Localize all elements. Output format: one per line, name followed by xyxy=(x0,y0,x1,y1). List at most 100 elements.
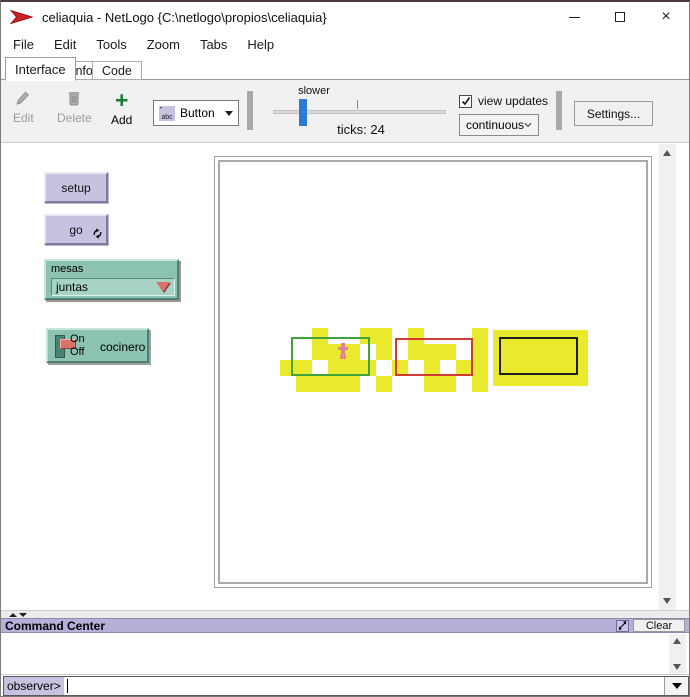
widget-type-value: Button xyxy=(180,106,225,120)
dropdown-triangle-icon xyxy=(156,282,170,292)
observer-prompt: observer> xyxy=(4,677,64,695)
mesa-outline xyxy=(395,338,473,376)
tab-bar: Interface Info Code xyxy=(1,56,689,80)
splitter-down-icon[interactable] xyxy=(19,613,27,617)
maximize-button[interactable] xyxy=(597,2,643,32)
yellow-patch xyxy=(296,376,312,392)
view-frame xyxy=(214,156,652,588)
edit-label: Edit xyxy=(13,111,34,125)
yellow-patch xyxy=(440,376,456,392)
mesas-chooser[interactable]: mesas juntas xyxy=(44,259,179,300)
checkmark-icon xyxy=(461,96,471,106)
scroll-up-arrow-icon[interactable] xyxy=(663,150,671,156)
switch-name: cocinero xyxy=(100,340,145,354)
update-mode-value: continuous xyxy=(466,118,524,132)
menu-edit[interactable]: Edit xyxy=(44,34,86,55)
chooser-value: juntas xyxy=(56,280,88,294)
chevron-down-icon xyxy=(225,111,233,116)
view-updates-label: view updates xyxy=(478,94,548,108)
go-button[interactable]: go xyxy=(44,214,108,245)
yellow-patch xyxy=(472,360,488,376)
chooser-label: mesas xyxy=(51,263,177,275)
minimize-button[interactable] xyxy=(551,2,597,32)
yellow-patch xyxy=(344,376,360,392)
close-button[interactable]: × xyxy=(643,2,689,32)
add-widget-button[interactable]: + Add xyxy=(111,90,132,127)
tab-code[interactable]: Code xyxy=(92,61,142,80)
tab-interface[interactable]: Interface xyxy=(5,57,76,81)
command-center-expand-button[interactable] xyxy=(616,620,629,632)
forever-icon xyxy=(92,228,103,239)
scroll-down-arrow-icon[interactable] xyxy=(663,598,671,604)
chevron-down-icon xyxy=(524,122,532,128)
widget-type-selector[interactable]: •abc Button xyxy=(153,100,239,126)
settings-button[interactable]: Settings... xyxy=(574,101,653,126)
mesa-outline xyxy=(291,337,370,376)
setup-button[interactable]: setup xyxy=(44,172,108,203)
menu-help[interactable]: Help xyxy=(237,34,284,55)
yellow-patch xyxy=(424,376,440,392)
command-input-row: observer> xyxy=(3,676,689,696)
yellow-patch xyxy=(472,376,488,392)
netlogo-logo-icon xyxy=(10,8,34,26)
yellow-patch xyxy=(376,328,392,344)
delete-label: Delete xyxy=(57,111,92,125)
pencil-icon xyxy=(15,90,31,108)
close-icon: × xyxy=(661,9,670,25)
menu-file[interactable]: File xyxy=(3,34,44,55)
cocinero-switch[interactable]: On Off cocinero xyxy=(46,328,149,363)
edit-widget-button[interactable]: Edit xyxy=(13,90,34,125)
yellow-patch xyxy=(312,376,328,392)
ticks-counter: ticks: 24 xyxy=(306,122,416,137)
yellow-patch xyxy=(472,344,488,360)
menu-tabs[interactable]: Tabs xyxy=(190,34,237,55)
dropdown-arrow-icon xyxy=(672,683,682,689)
switch-on-label: On xyxy=(70,333,85,346)
splitter-up-icon[interactable] xyxy=(9,613,17,617)
window-title: celiaquia - NetLogo {C:\netlogo\propios\… xyxy=(42,10,327,25)
speed-label: slower xyxy=(284,85,344,97)
scroll-down-arrow-icon[interactable] xyxy=(673,664,681,670)
diagonal-arrows-icon xyxy=(618,621,627,630)
minimize-icon xyxy=(569,17,580,18)
menu-zoom[interactable]: Zoom xyxy=(137,34,190,55)
speed-slider-center-tick xyxy=(357,100,358,109)
maximize-icon xyxy=(615,12,625,22)
chooser-dropdown[interactable]: juntas xyxy=(51,278,175,296)
yellow-patch xyxy=(376,376,392,392)
interface-vertical-scrollbar[interactable] xyxy=(659,144,676,610)
toolbar-separator xyxy=(556,91,562,130)
person-turtle xyxy=(338,343,348,359)
interface-toolbar: Edit Delete + Add •abc Button slower xyxy=(1,80,689,143)
menu-tools[interactable]: Tools xyxy=(86,34,136,55)
command-center-output[interactable] xyxy=(1,633,689,675)
command-center-splitter[interactable] xyxy=(1,610,689,618)
world-view[interactable] xyxy=(218,160,648,584)
add-label: Add xyxy=(111,113,132,127)
yellow-patch xyxy=(328,376,344,392)
button-widget-icon: •abc xyxy=(159,106,175,121)
setup-button-label: setup xyxy=(61,181,90,195)
delete-widget-button[interactable]: Delete xyxy=(57,90,92,125)
command-input[interactable] xyxy=(64,677,664,695)
yellow-patch xyxy=(472,328,488,344)
switch-off-label: Off xyxy=(70,346,85,359)
toolbar-separator xyxy=(247,91,253,130)
update-mode-select[interactable]: continuous xyxy=(459,114,539,136)
command-history-button[interactable] xyxy=(664,677,688,695)
command-center-scrollbar[interactable] xyxy=(669,634,686,674)
mesa-outline xyxy=(499,337,578,375)
view-updates-checkbox[interactable] xyxy=(459,95,472,108)
go-button-label: go xyxy=(69,223,82,237)
title-bar[interactable]: celiaquia - NetLogo {C:\netlogo\propios\… xyxy=(1,2,689,32)
scroll-up-arrow-icon[interactable] xyxy=(673,638,681,644)
command-center-header: Command Center Clear xyxy=(1,618,689,633)
command-center-title: Command Center xyxy=(5,619,616,633)
clear-button[interactable]: Clear xyxy=(633,619,685,632)
text-caret xyxy=(67,679,68,693)
trash-icon xyxy=(67,90,81,108)
netlogo-window: celiaquia - NetLogo {C:\netlogo\propios\… xyxy=(0,0,690,697)
yellow-patch xyxy=(376,344,392,360)
switch-track[interactable] xyxy=(55,335,65,358)
plus-icon: + xyxy=(115,90,128,110)
